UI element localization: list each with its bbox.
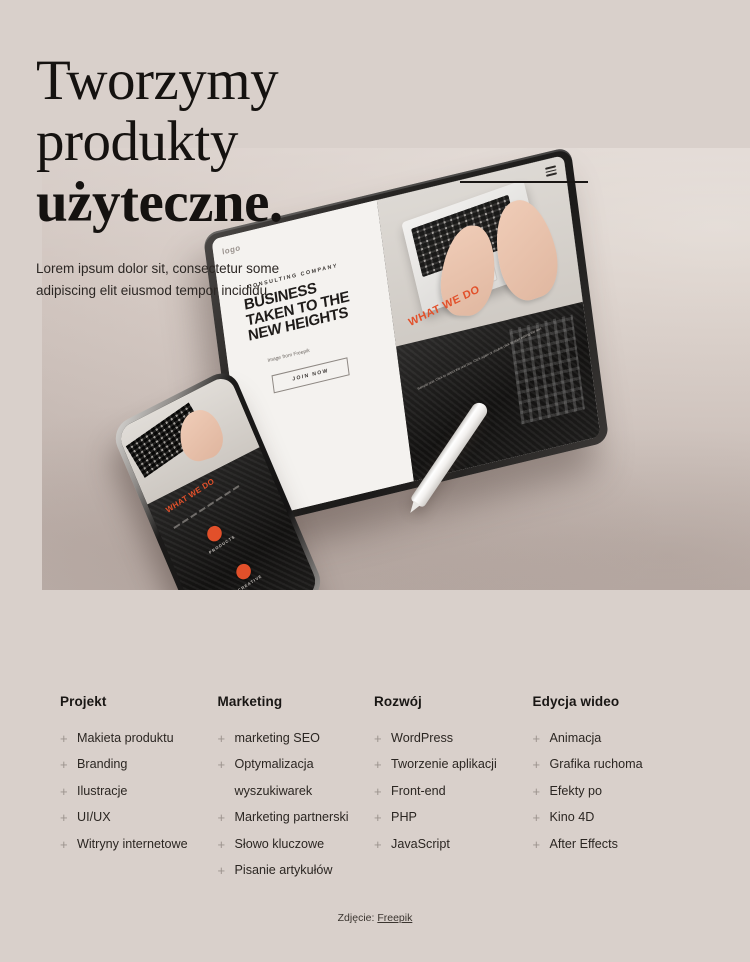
list-item-label: Marketing partnerski bbox=[234, 810, 349, 825]
list-item[interactable]: + Ilustracje bbox=[60, 783, 218, 800]
list-item[interactable]: + Makieta produktu bbox=[60, 730, 218, 747]
footer-column-rozwoj: Rozwój + WordPress + Tworzenie aplikacji… bbox=[374, 694, 532, 888]
list-item[interactable]: + Tworzenie aplikacji bbox=[374, 756, 532, 773]
photo-credit: Zdjęcie: Freepik bbox=[0, 912, 750, 924]
page-title: Tworzymy produkty użyteczne. bbox=[36, 50, 456, 233]
plus-icon: + bbox=[374, 836, 382, 852]
plus-icon: + bbox=[532, 810, 541, 826]
list-item[interactable]: + Marketing partnerski bbox=[218, 809, 375, 826]
list-item[interactable]: + marketing SEO bbox=[218, 730, 375, 747]
plus-icon: + bbox=[532, 731, 541, 746]
photo-credit-prefix: Zdjęcie: bbox=[337, 912, 378, 924]
plus-icon: + bbox=[217, 836, 226, 852]
list-item[interactable]: + Efekty po bbox=[533, 783, 691, 800]
plus-icon: + bbox=[60, 810, 68, 826]
footer-column-edycja-wideo: Edycja wideo + Animacja + Grafika ruchom… bbox=[533, 694, 691, 888]
list-item-label: UI/UX bbox=[77, 810, 111, 825]
list-item-label: Efekty po bbox=[549, 783, 603, 798]
plus-icon: + bbox=[217, 810, 226, 826]
plus-icon: + bbox=[374, 731, 382, 746]
list-item-label: Kino 4D bbox=[549, 810, 595, 825]
plus-icon: + bbox=[532, 783, 541, 799]
list-item[interactable]: + Pisanie artykułów bbox=[218, 862, 375, 879]
plus-icon: + bbox=[217, 731, 226, 746]
list-item-label: Optymalizacja bbox=[234, 757, 314, 772]
list-item[interactable]: + Optymalizacja bbox=[218, 756, 375, 773]
list-item[interactable]: + WordPress bbox=[374, 730, 532, 747]
list-item-label: Witryny internetowe bbox=[77, 836, 188, 851]
list-item[interactable]: + Branding bbox=[60, 756, 218, 773]
list-item-label: Makieta produktu bbox=[77, 731, 174, 745]
list-item[interactable]: + UI/UX bbox=[60, 809, 218, 826]
list-item[interactable]: + Kino 4D bbox=[533, 809, 691, 826]
list-item-continuation[interactable]: wyszukiwarek bbox=[218, 783, 375, 800]
headline-line-3: użyteczne. bbox=[36, 170, 283, 234]
footer-column-projekt: Projekt + Makieta produktu + Branding + … bbox=[60, 694, 218, 888]
list-item-label: Ilustracje bbox=[77, 783, 128, 798]
footer-column-title: Edycja wideo bbox=[532, 694, 620, 709]
tablet-image-credit: Image from Freepik bbox=[267, 347, 311, 364]
list-item-label: PHP bbox=[391, 810, 417, 825]
footer-column-title: Projekt bbox=[60, 694, 107, 709]
hero-divider bbox=[460, 181, 588, 183]
plus-icon: + bbox=[532, 757, 541, 773]
plus-icon: + bbox=[374, 783, 382, 799]
plus-icon: + bbox=[217, 757, 226, 773]
list-item-label: Grafika ruchoma bbox=[549, 757, 643, 772]
hero-subtitle: Lorem ipsum dolor sit, consectetur some … bbox=[36, 261, 280, 298]
list-item-label: Słowo kluczowe bbox=[234, 836, 325, 851]
list-item[interactable]: + After Effects bbox=[533, 836, 691, 853]
list-item[interactable]: + Witryny internetowe bbox=[60, 836, 218, 853]
list-item-label: Front-end bbox=[391, 783, 446, 798]
plus-icon: + bbox=[217, 863, 226, 878]
list-item[interactable]: + Słowo kluczowe bbox=[218, 836, 375, 853]
footer-column-title: Marketing bbox=[217, 694, 283, 709]
list-item-label: After Effects bbox=[549, 836, 618, 851]
footer-column-marketing: Marketing + marketing SEO + Optymalizacj… bbox=[218, 694, 375, 888]
list-item[interactable]: + Front-end bbox=[374, 783, 532, 800]
list-item-label: Animacja bbox=[549, 731, 602, 745]
list-item[interactable]: + Grafika ruchoma bbox=[533, 756, 691, 773]
list-item-label: Tworzenie aplikacji bbox=[391, 757, 497, 772]
list-item[interactable]: + PHP bbox=[374, 809, 532, 826]
plus-icon: + bbox=[532, 836, 541, 852]
plus-icon: + bbox=[374, 757, 382, 773]
plus-icon: + bbox=[60, 836, 68, 852]
list-item-label: WordPress bbox=[391, 731, 454, 745]
hero-section: logo CONSULTING COMPANY BUSINESS TAKEN T… bbox=[0, 0, 750, 660]
plus-icon: + bbox=[60, 731, 68, 746]
list-item-label: marketing SEO bbox=[234, 731, 320, 745]
headline-line-2: produkty bbox=[36, 109, 238, 173]
list-item[interactable]: + Animacja bbox=[533, 730, 691, 747]
list-item-label: JavaScript bbox=[391, 836, 450, 851]
freepik-link[interactable]: Freepik bbox=[377, 912, 412, 924]
plus-icon: + bbox=[60, 757, 68, 773]
plus-icon: + bbox=[374, 810, 382, 826]
list-item-label: wyszukiwarek bbox=[234, 783, 313, 798]
list-item-label: Branding bbox=[77, 757, 128, 772]
footer-link-columns: Projekt + Makieta produktu + Branding + … bbox=[0, 694, 750, 888]
landing-page: logo CONSULTING COMPANY BUSINESS TAKEN T… bbox=[0, 0, 750, 962]
list-item[interactable]: + JavaScript bbox=[374, 836, 532, 853]
list-item-label: Pisanie artykułów bbox=[234, 863, 333, 877]
footer-column-title: Rozwój bbox=[374, 694, 422, 709]
tablet-join-now-button[interactable]: JOIN NOW bbox=[271, 357, 350, 394]
headline-line-1: Tworzymy bbox=[36, 49, 279, 112]
plus-icon: + bbox=[60, 783, 68, 799]
